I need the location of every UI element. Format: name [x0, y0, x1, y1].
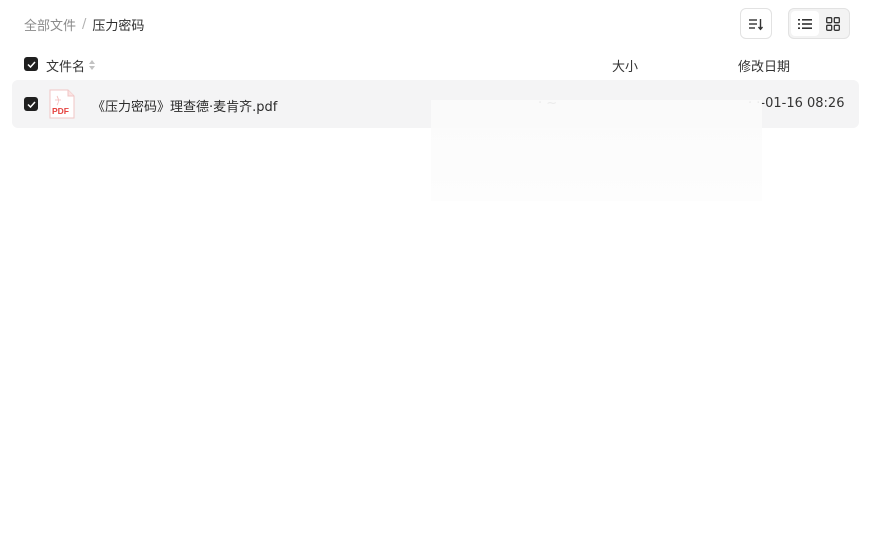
modified-column-header[interactable]: 修改日期: [738, 56, 790, 75]
select-all-checkbox[interactable]: [24, 57, 38, 71]
breadcrumb-separator: /: [82, 17, 87, 32]
grid-view-icon: [826, 16, 840, 31]
table-header: 文件名 大小 修改日期: [0, 50, 874, 78]
sort-caret-icon: [89, 60, 96, 71]
check-icon: [26, 100, 36, 108]
file-name[interactable]: 《压力密码》理查德·麦肯齐.pdf: [92, 96, 277, 115]
view-toggle: [788, 8, 850, 39]
loading-overlay: [431, 100, 762, 201]
sort-button[interactable]: [740, 8, 772, 39]
breadcrumb: 全部文件 / 压力密码: [24, 15, 144, 34]
size-column-header[interactable]: 大小: [612, 56, 638, 75]
pdf-icon-label: PDF: [52, 106, 69, 116]
grid-view-button[interactable]: [819, 11, 847, 36]
top-bar: 全部文件 / 压力密码: [0, 0, 874, 48]
breadcrumb-root-link[interactable]: 全部文件: [24, 15, 76, 34]
file-modified-date: · ·-01-16 08:26: [748, 96, 845, 111]
pdf-file-icon: PDF: [49, 89, 75, 119]
name-column-label: 文件名: [46, 60, 86, 75]
breadcrumb-current: 压力密码: [92, 19, 145, 34]
check-icon: [26, 60, 36, 68]
list-view-icon: [798, 18, 812, 29]
name-column-header[interactable]: 文件名: [46, 56, 96, 75]
row-checkbox[interactable]: [24, 97, 38, 111]
list-view-button[interactable]: [791, 11, 819, 36]
sort-descending-icon: [749, 18, 764, 30]
